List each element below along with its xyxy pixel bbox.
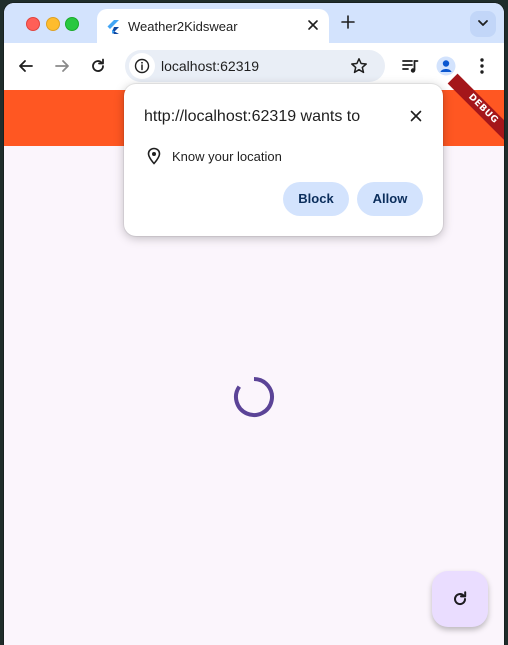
- media-controls-icon[interactable]: [400, 56, 420, 76]
- reload-icon[interactable]: [88, 56, 108, 76]
- location-permission-prompt: http://localhost:62319 wants to Know you…: [124, 84, 443, 236]
- maximize-window-button[interactable]: [65, 17, 79, 31]
- loading-spinner: [234, 377, 274, 417]
- chevron-down-icon: [478, 20, 488, 26]
- location-pin-icon: [146, 147, 162, 165]
- tab-title: Weather2Kidswear: [128, 19, 238, 34]
- more-options-icon[interactable]: [472, 56, 492, 76]
- block-button[interactable]: Block: [283, 182, 349, 216]
- tab-strip: Weather2Kidswear: [4, 3, 504, 43]
- site-info-icon[interactable]: [129, 53, 155, 79]
- minimize-window-button[interactable]: [46, 17, 60, 31]
- tab-weather2kidswear[interactable]: Weather2Kidswear: [97, 9, 329, 43]
- address-bar[interactable]: localhost:62319: [125, 50, 385, 82]
- allow-button[interactable]: Allow: [357, 182, 423, 216]
- refresh-button[interactable]: [432, 571, 488, 627]
- back-arrow-icon[interactable]: [16, 56, 36, 76]
- new-tab-icon[interactable]: [340, 14, 356, 30]
- flutter-icon: [107, 20, 119, 34]
- close-tab-icon[interactable]: [305, 17, 321, 33]
- bookmark-star-icon[interactable]: [350, 57, 368, 75]
- profile-avatar-icon[interactable]: [436, 56, 456, 76]
- url-text: localhost:62319: [161, 58, 260, 74]
- browser-window: Weather2Kidswear localhost:62319 DEBUG h…: [4, 3, 504, 645]
- browser-toolbar: localhost:62319: [4, 43, 504, 90]
- prompt-title: http://localhost:62319 wants to: [144, 108, 361, 125]
- close-window-button[interactable]: [26, 17, 40, 31]
- refresh-icon: [454, 591, 467, 606]
- permission-description: Know your location: [172, 149, 282, 164]
- close-icon[interactable]: [407, 107, 425, 125]
- forward-arrow-icon[interactable]: [52, 56, 72, 76]
- tab-search-button[interactable]: [470, 11, 496, 37]
